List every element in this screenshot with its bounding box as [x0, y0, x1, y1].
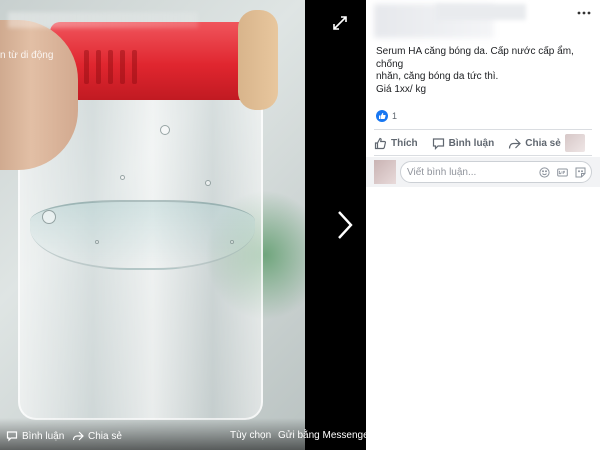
photo-viewer: n từ di động Bình luận Chia sẻ Tùy chọn … [0, 0, 366, 450]
share-button[interactable]: Chia sẻ [508, 137, 561, 150]
like-button[interactable]: Thích [374, 137, 418, 150]
divider [374, 155, 592, 156]
viewer-options-button[interactable]: Tùy chọn [230, 430, 271, 441]
expand-icon[interactable] [331, 14, 349, 32]
comment-box [400, 161, 592, 183]
photo-red-cap [50, 22, 250, 100]
viewer-comment-label: Bình luận [22, 430, 65, 442]
gif-icon[interactable] [557, 167, 568, 178]
sticker-icon[interactable] [575, 167, 586, 178]
share-icon [509, 138, 522, 149]
user-avatar [374, 160, 396, 184]
viewer-messenger-label: Gửi bằng Messenger [278, 430, 366, 441]
product-photo [0, 0, 305, 450]
comment-input[interactable] [407, 162, 525, 182]
like-label: Thích [391, 137, 418, 149]
divider [374, 129, 592, 130]
blurred-author-name [436, 4, 526, 20]
post-action-bar: Thích Bình luận Chia sẻ [374, 133, 592, 153]
post-text-line: Giá 1xx/ kg [376, 83, 427, 95]
post-text: Serum HA căng bóng da. Cấp nước cấp ẩm, … [376, 46, 594, 96]
photo-bottom-bar: Bình luận Chia sẻ Tùy chọn Gửi bằng Mess… [0, 418, 366, 450]
share-as-avatar[interactable] [565, 134, 585, 152]
viewer-share-label: Chia sẻ [88, 430, 122, 442]
comment-button[interactable]: Bình luận [432, 137, 495, 150]
photo-overlay-text: n từ di động [0, 50, 54, 61]
viewer-comment-button[interactable]: Bình luận [6, 430, 64, 442]
comment-icon [6, 431, 18, 442]
comment-composer [366, 157, 600, 187]
like-reaction-icon [376, 110, 388, 122]
blurred-page-name [8, 12, 198, 28]
comment-label: Bình luận [448, 137, 495, 149]
viewer-messenger-button[interactable]: Gửi bằng Messenger [278, 430, 366, 441]
post-text-line: nhăn, căng bóng da tức thì. [376, 71, 499, 82]
viewer-share-button[interactable]: Chia sẻ [72, 430, 122, 442]
post-panel: Serum HA căng bóng da. Cấp nước cấp ẩm, … [366, 0, 600, 450]
photo-finger [238, 10, 278, 110]
like-icon [374, 137, 387, 149]
viewer-options-label: Tùy chọn [230, 430, 272, 441]
post-text-line: Serum HA căng bóng da. Cấp nước cấp ẩm, … [376, 46, 574, 70]
share-label: Chia sẻ [525, 137, 561, 149]
emoji-icon[interactable] [539, 167, 550, 178]
share-icon [72, 431, 84, 441]
more-icon[interactable] [576, 8, 592, 18]
reaction-count: 1 [392, 111, 398, 121]
reaction-summary[interactable]: 1 [376, 110, 397, 122]
next-arrow-icon[interactable] [334, 208, 356, 242]
comment-icon [432, 137, 444, 150]
